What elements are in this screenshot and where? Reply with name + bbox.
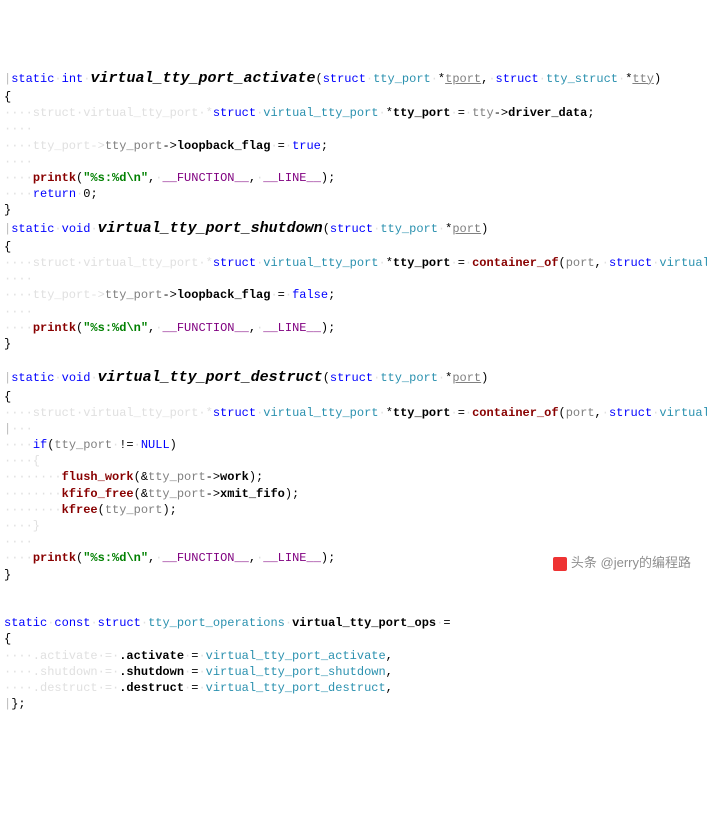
brace: } <box>4 203 11 217</box>
fn2-name: virtual_tty_port_shutdown <box>98 220 323 237</box>
fn1-name: virtual_tty_port_activate <box>90 70 315 87</box>
watermark-icon <box>553 557 567 571</box>
brace: { <box>4 90 11 104</box>
fn3-name: virtual_tty_port_destruct <box>98 369 323 386</box>
watermark: 头条 @jerry的编程路 <box>553 554 691 572</box>
code-block: |static·int·virtual_tty_port_activate(st… <box>4 69 703 713</box>
